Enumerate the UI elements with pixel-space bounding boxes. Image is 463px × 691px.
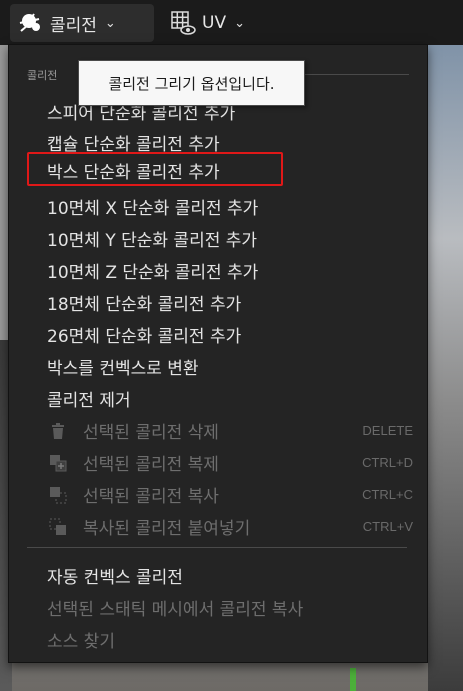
collision-splat-icon (19, 13, 40, 32)
menu-item-label: 선택된 스태틱 메시에서 콜리전 복사 (47, 599, 304, 620)
menu-item-label: 선택된 콜리전 복사 (83, 486, 219, 507)
trash-icon (52, 423, 64, 439)
collision-menu: 콜리전 스피어 단순화 콜리전 추가 캡슐 단순화 콜리전 추가 박스 단순화 … (8, 44, 428, 663)
menu-item-label: 10면체 X 단순화 콜리전 추가 (47, 198, 259, 219)
viewport-toolbar: 콜리전 ⌄ UV ⌄ (0, 0, 463, 45)
menu-item-label: 자동 컨벡스 콜리전 (47, 567, 183, 588)
chevron-down-icon: ⌄ (234, 15, 245, 31)
menu-item-label: 콜리전 제거 (47, 390, 131, 411)
collision-button-label: 콜리전 (50, 15, 97, 36)
menu-item-paste-copied[interactable]: 복사된 콜리전 붙여넣기 CTRL+V (9, 510, 427, 542)
shortcut-label: CTRL+C (362, 486, 413, 502)
copy-icon (50, 487, 67, 504)
menu-item-add-26dop[interactable]: 26면체 단순화 콜리전 추가 (9, 318, 427, 350)
menu-divider (27, 547, 407, 548)
menu-item-add-10dop-x[interactable]: 10면체 X 단순화 콜리전 추가 (9, 190, 427, 222)
menu-item-label: 박스를 컨벡스로 변환 (47, 358, 199, 379)
menu-item-copy-from-static-mesh[interactable]: 선택된 스태틱 메시에서 콜리전 복사 (9, 591, 427, 623)
duplicate-icon (50, 455, 67, 472)
chevron-down-icon: ⌄ (104, 15, 116, 31)
paste-icon (49, 518, 66, 535)
menu-item-convert-box-to-convex[interactable]: 박스를 컨벡스로 변환 (9, 350, 427, 382)
menu-item-label: 선택된 콜리전 삭제 (83, 422, 219, 443)
grid-eye-icon (171, 11, 196, 35)
menu-item-add-10dop-y[interactable]: 10면체 Y 단순화 콜리전 추가 (9, 222, 427, 254)
menu-item-label: 복사된 콜리전 붙여넣기 (83, 518, 251, 539)
collision-dropdown-button[interactable]: 콜리전 ⌄ (10, 4, 154, 42)
menu-item-copy-selected[interactable]: 선택된 콜리전 복사 CTRL+C (9, 478, 427, 510)
menu-item-label: 소스 찾기 (47, 631, 115, 652)
menu-item-label: 선택된 콜리전 복제 (83, 454, 219, 475)
shortcut-label: CTRL+V (362, 518, 413, 534)
tooltip-text: 콜리전 그리기 옵션입니다. (108, 74, 275, 93)
uv-dropdown-button[interactable]: UV ⌄ (162, 4, 258, 42)
shortcut-label: CTRL+D (362, 454, 413, 470)
shortcut-label: DELETE (362, 422, 413, 438)
menu-item-auto-convex-collision[interactable]: 자동 컨벡스 콜리전 (9, 559, 427, 591)
menu-item-label: 10면체 Y 단순화 콜리전 추가 (47, 230, 258, 251)
tooltip: 콜리전 그리기 옵션입니다. (78, 60, 305, 106)
menu-item-delete-selected[interactable]: 선택된 콜리전 삭제 DELETE (9, 414, 427, 446)
menu-item-label: 캡슐 단순화 콜리전 추가 (47, 134, 220, 155)
menu-item-find-source[interactable]: 소스 찾기 (9, 623, 427, 655)
section-header-collision: 콜리전 (27, 69, 58, 82)
menu-item-duplicate-selected[interactable]: 선택된 콜리전 복제 CTRL+D (9, 446, 427, 478)
viewport-scene-right (428, 45, 463, 691)
uv-button-label: UV (202, 13, 227, 33)
menu-item-add-18dop[interactable]: 18면체 단순화 콜리전 추가 (9, 286, 427, 318)
menu-item-label: 18면체 단순화 콜리전 추가 (47, 294, 242, 315)
menu-item-remove-collision[interactable]: 콜리전 제거 (9, 382, 427, 414)
highlight-annotation-box (27, 152, 283, 186)
menu-item-label: 10면체 Z 단순화 콜리전 추가 (47, 262, 259, 283)
menu-item-label: 26면체 단순화 콜리전 추가 (47, 326, 242, 347)
viewport-axis-marker (350, 668, 356, 691)
menu-item-add-10dop-z[interactable]: 10면체 Z 단순화 콜리전 추가 (9, 254, 427, 286)
